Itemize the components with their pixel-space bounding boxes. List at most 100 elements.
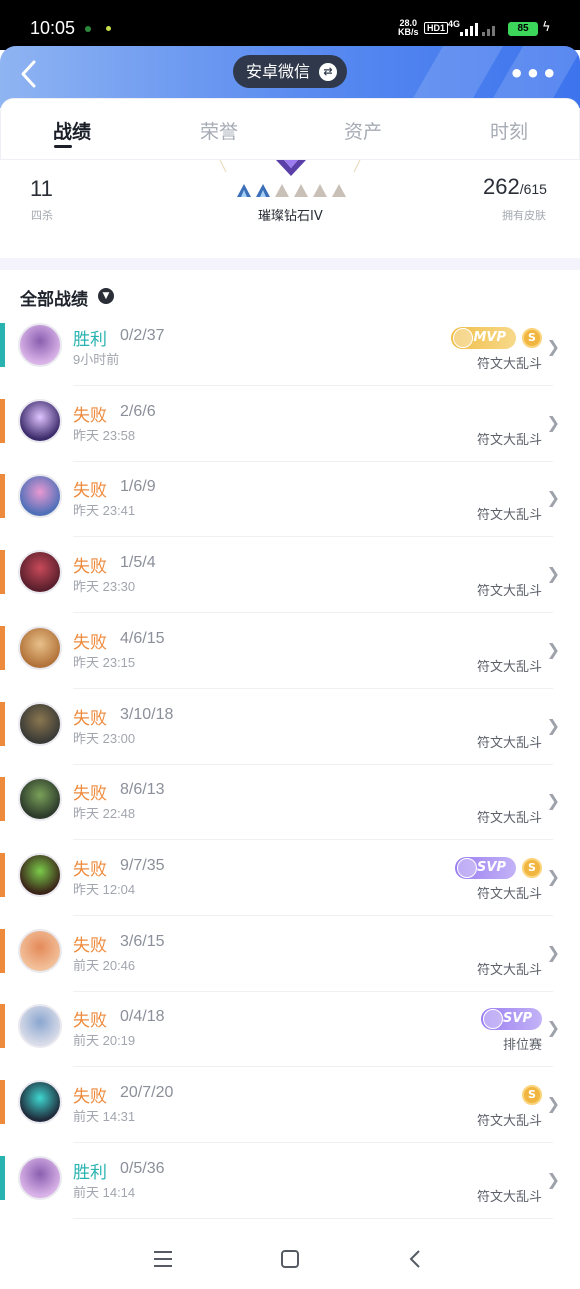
match-kda: 1/5/4 — [120, 554, 156, 572]
match-badges: SVP S — [455, 855, 542, 881]
match-time: 前天 20:46 — [73, 957, 136, 973]
champion-avatar — [18, 1155, 62, 1200]
active-tab-indicator — [54, 145, 72, 148]
match-mode: 符文大乱斗 — [476, 584, 542, 600]
match-result: 失败 — [73, 557, 107, 578]
chevron-down-icon[interactable]: ▼ — [98, 288, 114, 304]
match-time: 前天 14:31 — [73, 1109, 136, 1124]
champion-avatar — [18, 1004, 62, 1049]
chevron-right-icon: ❯ — [546, 412, 560, 432]
champion-avatar — [18, 852, 62, 897]
match-time: 昨天 23:30 — [73, 579, 136, 595]
match-row[interactable]: 失败 20/7/20 前天 14:31 S 符文大乱斗 ❯ — [0, 1080, 580, 1156]
home-icon[interactable] — [281, 1250, 299, 1268]
match-result: 胜利 — [73, 1162, 107, 1183]
match-result: 失败 — [73, 1011, 107, 1032]
champion-avatar — [18, 625, 62, 670]
rank-progress-pips — [237, 184, 346, 197]
chevron-right-icon: ❯ — [546, 1018, 560, 1038]
back-button[interactable] — [14, 56, 44, 92]
chevron-right-icon: ❯ — [546, 866, 560, 886]
chevron-right-icon: ❯ — [546, 715, 560, 735]
result-indicator — [0, 625, 5, 670]
match-filter-title[interactable]: 全部战绩 — [20, 285, 88, 310]
result-indicator — [0, 474, 5, 519]
match-row[interactable]: 失败 2/6/6 昨天 23:58 符文大乱斗 ❯ — [0, 398, 580, 475]
signal-bars-icon — [460, 23, 495, 36]
match-mode: 符文大乱斗 — [476, 659, 542, 675]
match-kda: 3/6/15 — [120, 932, 165, 950]
chevron-right-icon: ❯ — [546, 791, 560, 811]
match-row[interactable]: 失败 0/4/18 前天 20:19 SVP 排位赛 ❯ — [0, 1004, 580, 1080]
match-mode: 符文大乱斗 — [476, 1114, 542, 1129]
match-result: 失败 — [73, 708, 107, 729]
match-kda: 2/6/6 — [120, 402, 156, 420]
match-mode: 符文大乱斗 — [476, 357, 542, 372]
tab-record[interactable]: 战绩 — [53, 117, 91, 144]
account-switcher[interactable]: 安卓微信 ⇄ — [233, 55, 347, 88]
match-time: 昨天 23:15 — [73, 654, 136, 670]
champion-avatar — [18, 928, 62, 973]
chevron-right-icon: ❯ — [546, 488, 560, 508]
status-bar: 10:05 28.0 KB/s HD1 4G 85 ϟ — [0, 0, 580, 50]
row-divider — [73, 687, 553, 689]
menu-icon[interactable] — [154, 1250, 174, 1268]
match-mode: 符文大乱斗 — [476, 432, 542, 448]
match-time: 昨天 23:41 — [73, 503, 136, 519]
match-mode: 符文大乱斗 — [476, 811, 542, 827]
result-indicator — [0, 1155, 5, 1200]
match-row[interactable]: 失败 9/7/35 昨天 12:04 SVP S 符文大乱斗 ❯ — [0, 852, 580, 929]
skins-owned: 262/615 — [483, 174, 547, 199]
diamond-rank-icon — [276, 160, 306, 176]
chevron-right-icon: ❯ — [546, 1094, 560, 1113]
match-time: 昨天 23:58 — [73, 427, 136, 443]
match-time: 9小时前 — [73, 352, 120, 367]
chevron-right-icon: ❯ — [546, 337, 560, 356]
match-row[interactable]: 失败 3/10/18 昨天 23:00 符文大乱斗 ❯ — [0, 701, 580, 778]
match-result: 失败 — [73, 405, 107, 426]
result-indicator — [0, 323, 5, 367]
system-nav-bar — [0, 1232, 580, 1289]
row-divider — [73, 612, 553, 614]
skins-label: 拥有皮肤 — [502, 209, 546, 222]
swap-icon: ⇄ — [319, 63, 337, 81]
match-time: 昨天 12:04 — [73, 881, 136, 897]
rank-name: 璀璨钻石IV — [258, 209, 323, 224]
mvp-badge: MVP — [451, 327, 516, 349]
more-icon[interactable]: ••• — [509, 60, 558, 88]
back-nav-icon[interactable] — [408, 1250, 422, 1268]
tab-honor[interactable]: 荣誉 — [200, 117, 238, 144]
match-row[interactable]: 失败 1/6/9 昨天 23:41 符文大乱斗 ❯ — [0, 474, 580, 550]
section-divider — [0, 258, 580, 270]
network-speed: 28.0 KB/s — [398, 18, 419, 37]
match-row[interactable]: 胜利 0/5/36 前天 14:14 符文大乱斗 ❯ — [0, 1155, 580, 1232]
result-indicator — [0, 701, 5, 746]
row-divider — [73, 839, 553, 841]
match-time: 前天 20:19 — [73, 1033, 136, 1049]
match-row[interactable]: 失败 1/5/4 昨天 23:30 符文大乱斗 ❯ — [0, 550, 580, 626]
result-indicator — [0, 928, 5, 973]
champion-avatar — [18, 701, 62, 746]
match-result: 胜利 — [73, 330, 107, 350]
row-divider — [73, 460, 553, 462]
chevron-right-icon: ❯ — [546, 942, 560, 962]
row-divider — [73, 763, 553, 765]
match-mode: 排位赛 — [502, 1038, 542, 1054]
coin-icon: S — [522, 328, 542, 348]
match-row[interactable]: 失败 3/6/15 前天 20:46 符文大乱斗 ❯ — [0, 928, 580, 1005]
tab-assets[interactable]: 资产 — [344, 117, 382, 144]
match-row[interactable]: 胜利 0/2/37 9小时前 MVP S 符文大乱斗 ❯ — [0, 323, 580, 399]
match-result: 失败 — [73, 632, 107, 653]
chevron-right-icon: ❯ — [546, 639, 560, 659]
match-row[interactable]: 失败 4/6/15 昨天 23:15 符文大乱斗 ❯ — [0, 625, 580, 702]
row-divider — [73, 536, 553, 538]
match-badges: SVP — [481, 1006, 542, 1032]
svp-badge: SVP — [455, 856, 516, 879]
match-row[interactable]: 失败 8/6/13 昨天 22:48 符文大乱斗 ❯ — [0, 777, 580, 853]
champion-avatar — [18, 474, 62, 519]
match-result: 失败 — [73, 859, 107, 880]
tab-bar: 战绩 荣誉 资产 时刻 — [0, 98, 580, 160]
tab-moments[interactable]: 时刻 — [490, 117, 528, 144]
match-result: 失败 — [73, 784, 107, 805]
chevron-right-icon: ❯ — [546, 564, 560, 584]
